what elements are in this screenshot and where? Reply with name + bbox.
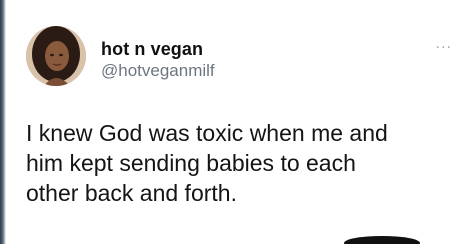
avatar[interactable] xyxy=(26,26,86,86)
tweet-text-line: I knew God was toxic when me and xyxy=(26,120,388,146)
tweet-author: hot n vegan @hotveganmilf xyxy=(101,38,215,82)
user-handle[interactable]: @hotveganmilf xyxy=(101,60,215,82)
tweet-card: hot n vegan @hotveganmilf ... I knew God… xyxy=(0,0,474,244)
tweet-text-line: him kept sending babies to each xyxy=(26,150,356,176)
profile-photo-icon xyxy=(26,26,86,86)
bottom-dark-mark xyxy=(344,236,420,244)
display-name[interactable]: hot n vegan xyxy=(101,38,215,60)
more-options-icon[interactable]: ... xyxy=(436,36,452,52)
tweet-text-line: other back and forth. xyxy=(26,180,237,206)
tweet-text: I knew God was toxic when me and him kep… xyxy=(26,118,456,208)
